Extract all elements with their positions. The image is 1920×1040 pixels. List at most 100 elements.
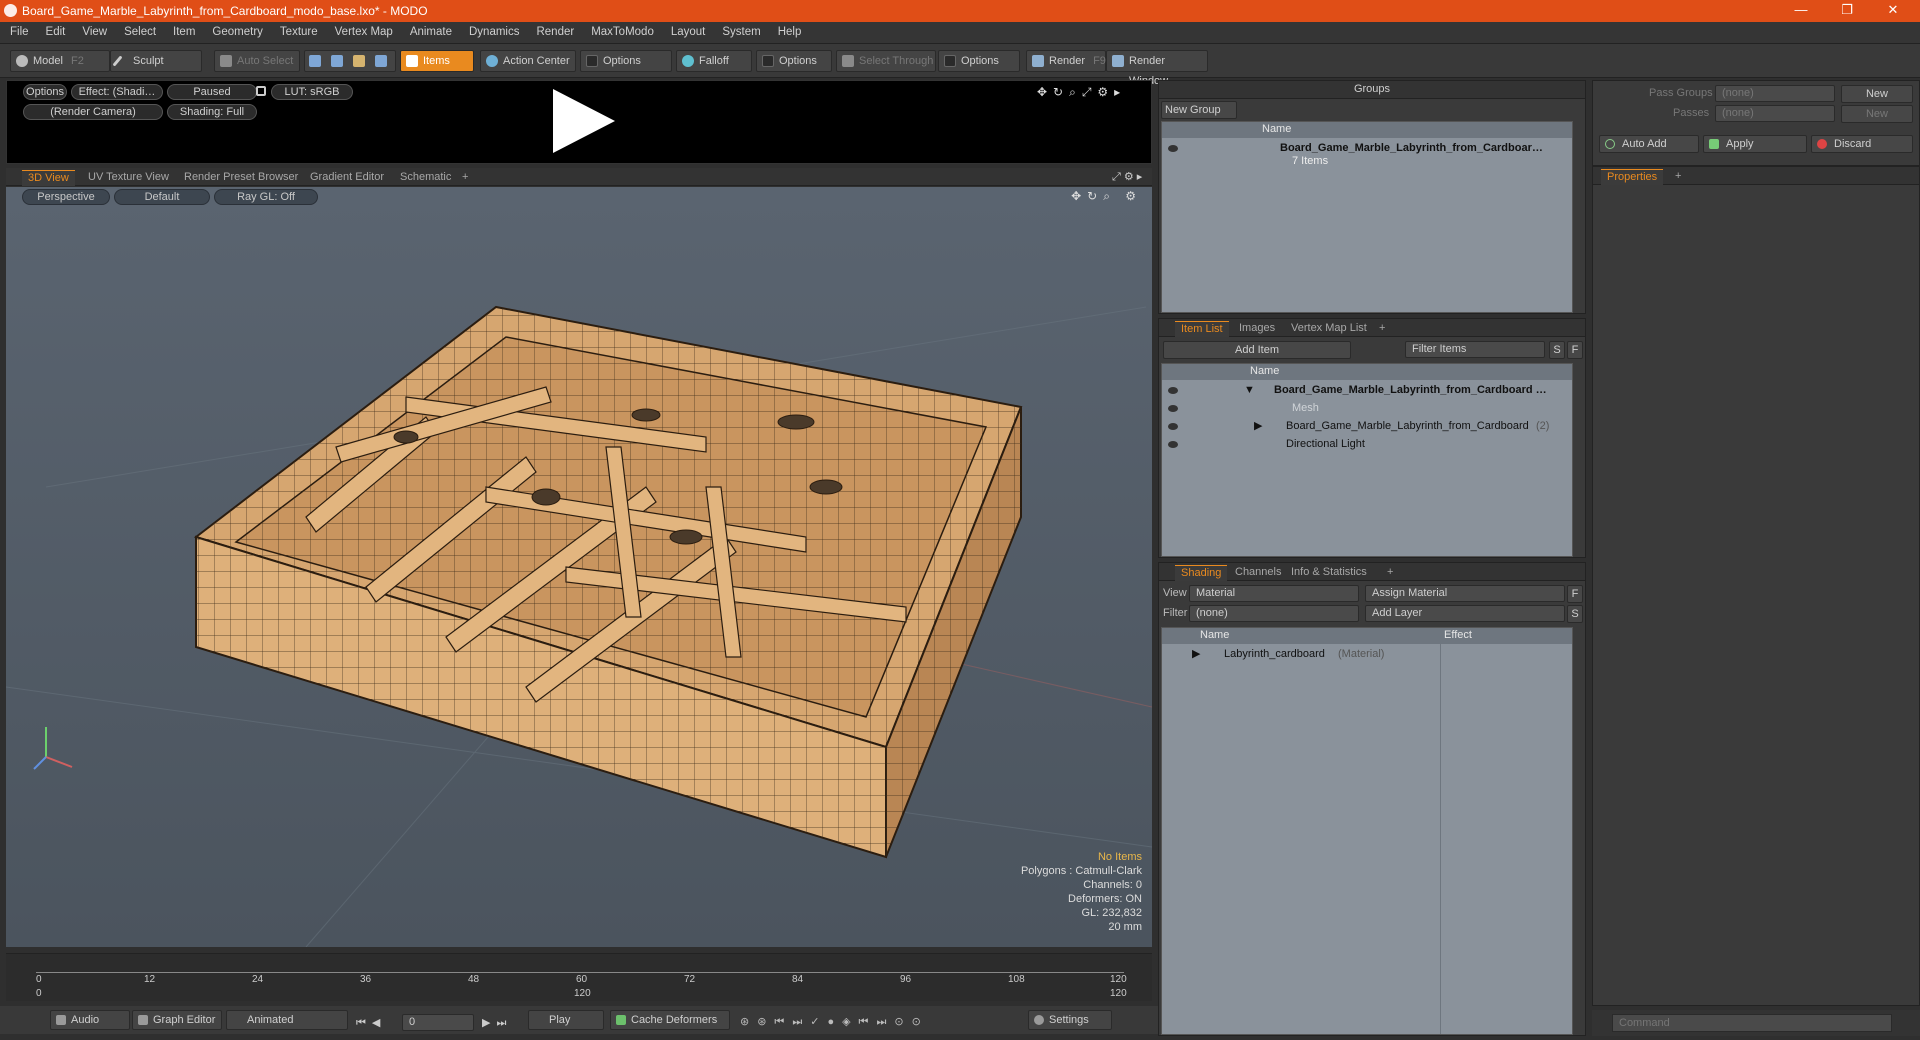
audio-button[interactable]: Audio	[50, 1010, 130, 1030]
animated-dropdown[interactable]: Animated	[226, 1010, 348, 1030]
menu-edit[interactable]: Edit	[36, 22, 73, 38]
range-end[interactable]: 120	[1110, 988, 1127, 999]
step-forward-icons[interactable]: ▶⏭	[482, 1016, 512, 1030]
timeline[interactable]: 0 12 24 36 48 60 72 84 96 108 120 0 120 …	[6, 953, 1152, 1001]
eye-icon[interactable]	[1168, 145, 1178, 152]
tab-channels[interactable]: Channels	[1229, 565, 1287, 581]
add-tab-icon[interactable]: +	[1669, 169, 1687, 185]
play-button[interactable]: Play	[528, 1010, 604, 1030]
tab-vertex-map-list[interactable]: Vertex Map List	[1285, 321, 1373, 337]
auto-select-button[interactable]: Auto Select	[214, 50, 300, 72]
tab-properties[interactable]: Properties	[1601, 169, 1664, 185]
edge-mode-icon[interactable]	[331, 55, 343, 67]
add-layer-dropdown[interactable]: Add Layer	[1365, 605, 1565, 622]
settings-button[interactable]: Settings	[1028, 1010, 1112, 1030]
expand-arrow-icon[interactable]: ▼	[1244, 382, 1255, 399]
tab-info-statistics[interactable]: Info & Statistics	[1285, 565, 1373, 581]
falloff-options-button[interactable]: Options	[756, 50, 832, 72]
expand-arrow-icon[interactable]: ▶	[1254, 418, 1262, 435]
list-item[interactable]: Mesh	[1162, 400, 1572, 418]
tab-images[interactable]: Images	[1233, 321, 1281, 337]
new-pass-group-button[interactable]: New	[1841, 85, 1913, 103]
add-tab-icon[interactable]: +	[1373, 321, 1391, 337]
select-through-button[interactable]: Select Through	[836, 50, 936, 72]
menu-view[interactable]: View	[72, 22, 114, 38]
group-row[interactable]: Board_Game_Marble_Labyrinth_from_Cardboa…	[1162, 140, 1572, 170]
vertex-mode-icon[interactable]	[309, 55, 321, 67]
3d-viewport[interactable]: Perspective Default Ray GL: Off ✥↻⌕ ⚙ No…	[6, 187, 1152, 947]
add-tab-icon[interactable]: +	[456, 170, 474, 186]
add-tab-icon[interactable]: +	[1381, 565, 1399, 581]
menu-render[interactable]: Render	[526, 22, 581, 38]
frame-field[interactable]: 0	[402, 1014, 474, 1031]
view-dropdown[interactable]: Material	[1189, 585, 1359, 602]
camera-dropdown[interactable]: (Render Camera)	[23, 104, 163, 120]
shading-f-button[interactable]: F	[1567, 585, 1583, 603]
range-mid[interactable]: 120	[574, 988, 591, 999]
eye-icon[interactable]	[1168, 423, 1178, 430]
key-tool-icons[interactable]: ⊛⊛⏮⏭✓●◈⏮⏭⊙⊙	[740, 1015, 929, 1029]
list-item[interactable]: Directional Light	[1162, 436, 1572, 454]
menu-system[interactable]: System	[712, 22, 767, 38]
menu-layout[interactable]: Layout	[661, 22, 713, 38]
tab-shading[interactable]: Shading	[1175, 565, 1228, 581]
tab-3d-view[interactable]: 3D View	[22, 170, 75, 186]
menu-dynamics[interactable]: Dynamics	[459, 22, 526, 38]
filter-f-button[interactable]: F	[1567, 341, 1583, 359]
sculpt-mode-button[interactable]: Sculpt	[110, 50, 202, 72]
menu-select[interactable]: Select	[114, 22, 163, 38]
action-center-button[interactable]: Action Center	[480, 50, 576, 72]
list-item[interactable]: ▶ Board_Game_Marble_Labyrinth_from_Cardbo…	[1162, 418, 1572, 436]
list-item[interactable]: ▶ Labyrinth_cardboard (Material)	[1162, 646, 1572, 664]
tab-schematic[interactable]: Schematic	[394, 170, 457, 186]
view-panel-icons[interactable]: ⤢ ⚙ ▸	[1106, 170, 1148, 186]
polygon-mode-icon[interactable]	[353, 55, 365, 67]
render-window-button[interactable]: Render Window	[1106, 50, 1208, 87]
add-item-dropdown[interactable]: Add Item	[1163, 341, 1351, 359]
menu-geometry[interactable]: Geometry	[202, 22, 270, 38]
new-pass-button[interactable]: New	[1841, 105, 1913, 123]
close-button[interactable]: ✕	[1870, 0, 1916, 22]
step-back-icons[interactable]: ⏮◀	[356, 1016, 386, 1030]
shading-s-button[interactable]: S	[1567, 605, 1583, 623]
effect-dropdown[interactable]: Effect: (Shadi…	[71, 84, 163, 100]
auto-add-button[interactable]: Auto Add	[1599, 135, 1699, 153]
menu-item[interactable]: Item	[163, 22, 202, 38]
menu-file[interactable]: File	[0, 22, 36, 38]
range-start[interactable]: 0	[36, 988, 42, 999]
render-button[interactable]: Render F9	[1026, 50, 1106, 72]
assign-material-button[interactable]: Assign Material	[1365, 585, 1565, 602]
tab-uv-texture-view[interactable]: UV Texture View	[82, 170, 175, 186]
cache-deformers-button[interactable]: Cache Deformers	[610, 1010, 730, 1030]
shader-tree[interactable]: Name Effect ▶ Labyrinth_cardboard (Material…	[1161, 627, 1573, 1035]
filter-items-input[interactable]: Filter Items	[1405, 341, 1545, 358]
discard-button[interactable]: Discard	[1811, 135, 1913, 153]
eye-icon[interactable]	[1168, 441, 1178, 448]
apply-button[interactable]: Apply	[1703, 135, 1807, 153]
new-group-button[interactable]: New Group	[1161, 101, 1237, 119]
menu-vertex-map[interactable]: Vertex Map	[325, 22, 400, 38]
model-mode-button[interactable]: Model F2	[10, 50, 110, 72]
play-icon[interactable]	[553, 89, 615, 153]
shading-dropdown[interactable]: Shading: Full	[167, 104, 257, 120]
menu-texture[interactable]: Texture	[270, 22, 325, 38]
lut-dropdown[interactable]: LUT: sRGB	[271, 84, 353, 100]
pass-groups-dropdown[interactable]: (none)	[1715, 85, 1835, 102]
filter-dropdown[interactable]: (none)	[1189, 605, 1359, 622]
falloff-button[interactable]: Falloff	[676, 50, 752, 72]
action-center-options-button[interactable]: Options	[580, 50, 672, 72]
preview-options-button[interactable]: Options	[23, 84, 67, 100]
eye-icon[interactable]	[1168, 387, 1178, 394]
lock-icon[interactable]	[256, 86, 266, 96]
menu-animate[interactable]: Animate	[400, 22, 459, 38]
command-input[interactable]	[1612, 1014, 1892, 1032]
tab-render-preset-browser[interactable]: Render Preset Browser	[178, 170, 304, 186]
select-through-options-button[interactable]: Options	[938, 50, 1020, 72]
minimize-button[interactable]: —	[1778, 0, 1824, 22]
list-item[interactable]: ▼ Board_Game_Marble_Labyrinth_from_Cardbo…	[1162, 382, 1572, 400]
groups-list[interactable]: Name Board_Game_Marble_Labyrinth_from_Ca…	[1161, 121, 1573, 313]
tab-gradient-editor[interactable]: Gradient Editor	[304, 170, 390, 186]
material-mode-icon[interactable]	[375, 55, 387, 67]
menu-maxtomodo[interactable]: MaxToModo	[581, 22, 661, 38]
paused-button[interactable]: Paused	[167, 84, 257, 100]
